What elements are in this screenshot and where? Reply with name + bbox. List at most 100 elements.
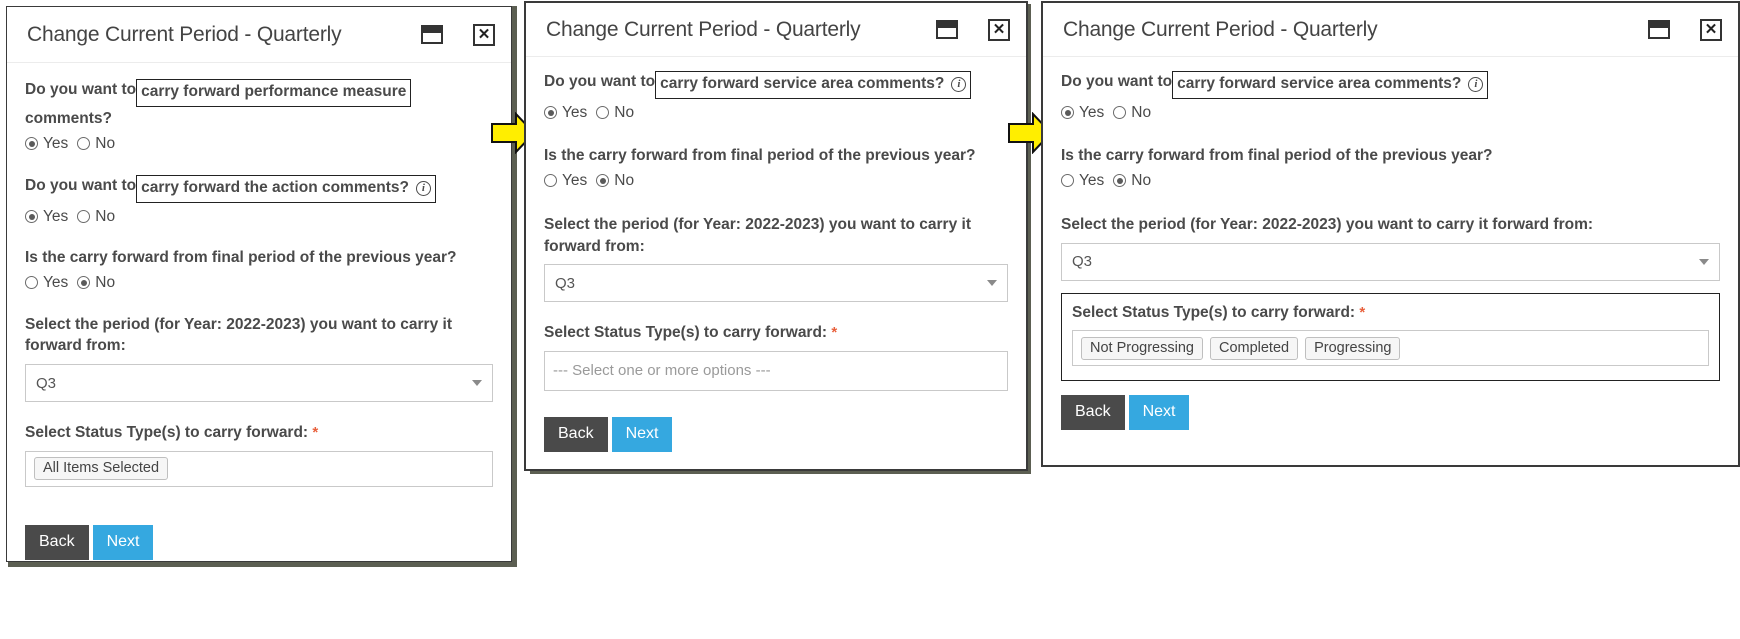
status-multiselect[interactable]: Not Progressing Completed Progressing: [1072, 330, 1709, 367]
radio-no-circle[interactable]: [596, 106, 610, 120]
period-select[interactable]: Q3: [1061, 242, 1720, 281]
panel-2-title-actions: ✕: [936, 18, 1010, 41]
panel-1-period-field: Select the period (for Year: 2022-2023) …: [25, 314, 493, 403]
restore-window-icon[interactable]: [936, 20, 958, 39]
radio-yes-circle[interactable]: [544, 174, 557, 188]
panel-3-status-field: Select Status Type(s) to carry forward: …: [1061, 292, 1720, 382]
radio-yes[interactable]: Yes: [25, 208, 68, 226]
radio-no[interactable]: No: [596, 172, 634, 190]
panel-1-final-period-radios: Yes No: [25, 274, 493, 292]
radio-no[interactable]: No: [77, 208, 115, 226]
panel-3-period-field: Select the period (for Year: 2022-2023) …: [1061, 214, 1720, 281]
next-button[interactable]: Next: [92, 524, 154, 560]
panel-1-q2-radios: Yes No: [25, 208, 493, 226]
question-highlight-box: carry forward the action comments? i: [136, 174, 436, 203]
radio-yes-circle[interactable]: [544, 106, 557, 120]
back-button[interactable]: Back: [544, 416, 608, 452]
close-window-icon[interactable]: ✕: [1700, 18, 1722, 41]
status-multiselect[interactable]: All Items Selected: [25, 450, 493, 487]
radio-no-circle[interactable]: [1113, 174, 1127, 188]
panel-2-body: Do you want to carry forward service are…: [526, 71, 1026, 452]
panel-1-titlebar: Change Current Period - Quarterly ✕: [7, 7, 511, 63]
panel-2-buttons: Back Next: [544, 416, 1008, 452]
radio-no[interactable]: No: [77, 135, 115, 153]
chevron-down-icon[interactable]: [472, 380, 482, 387]
radio-yes-label: Yes: [1079, 171, 1105, 189]
info-circle-icon[interactable]: i: [951, 76, 967, 92]
status-chip[interactable]: Not Progressing: [1081, 336, 1203, 360]
period-select[interactable]: Q3: [25, 364, 493, 403]
radio-no-circle[interactable]: [596, 174, 610, 188]
radio-yes[interactable]: Yes: [25, 135, 68, 153]
restore-window-icon[interactable]: [1648, 20, 1670, 39]
radio-yes[interactable]: Yes: [544, 104, 587, 122]
back-button[interactable]: Back: [25, 524, 89, 560]
period-select[interactable]: Q3: [544, 264, 1008, 303]
radio-no-label: No: [95, 134, 116, 152]
question-boxed-text: carry forward service area comments?: [660, 75, 945, 92]
panel-2-final-period-radios: Yes No: [544, 172, 1008, 190]
close-window-icon[interactable]: ✕: [988, 18, 1010, 41]
period-select-value: Q3: [555, 274, 576, 292]
status-chip[interactable]: Progressing: [1305, 336, 1401, 360]
radio-no-circle[interactable]: [77, 276, 91, 290]
question-boxed-text: carry forward performance measure: [141, 83, 407, 100]
chevron-down-icon[interactable]: [987, 280, 997, 287]
close-window-icon[interactable]: ✕: [473, 23, 495, 46]
radio-no-circle[interactable]: [77, 210, 91, 224]
radio-no-label: No: [1131, 171, 1152, 189]
radio-yes-circle[interactable]: [25, 276, 38, 290]
radio-no[interactable]: No: [77, 274, 115, 292]
panel-1-title: Change Current Period - Quarterly: [27, 22, 342, 46]
info-circle-icon[interactable]: i: [415, 180, 431, 196]
question-lead: Do you want to: [1061, 73, 1173, 90]
question-tail-text: comments?: [25, 109, 112, 127]
radio-yes[interactable]: Yes: [544, 172, 587, 190]
dialog-panel-1: Change Current Period - Quarterly ✕ Do y…: [6, 6, 512, 562]
radio-yes-circle[interactable]: [25, 210, 38, 224]
status-label-text: Select Status Type(s) to carry forward:: [25, 424, 309, 442]
final-period-question: Is the carry forward from final period o…: [544, 146, 976, 164]
radio-yes-label: Yes: [562, 171, 588, 189]
next-button[interactable]: Next: [611, 416, 673, 452]
question-lead: Do you want to: [25, 176, 137, 194]
panel-1-body: Do you want to carry forward performance…: [7, 79, 511, 560]
radio-no-circle[interactable]: [77, 137, 91, 151]
panel-3-q1-radios: Yes No: [1061, 104, 1720, 122]
panel-1-buttons: Back Next: [25, 524, 493, 560]
panel-1-question-1: Do you want to carry forward performance…: [25, 79, 493, 153]
status-multiselect[interactable]: --- Select one or more options ---: [544, 350, 1008, 391]
required-star: *: [1359, 303, 1366, 321]
info-circle-icon[interactable]: i: [1468, 76, 1484, 92]
required-star: *: [831, 324, 838, 342]
dialog-panel-2: Change Current Period - Quarterly ✕ Do y…: [524, 1, 1028, 471]
panel-1-status-field: Select Status Type(s) to carry forward: …: [25, 422, 493, 487]
radio-no[interactable]: No: [1113, 104, 1151, 122]
radio-yes-circle[interactable]: [25, 137, 38, 151]
radio-yes[interactable]: Yes: [25, 274, 68, 292]
restore-window-icon[interactable]: [421, 25, 443, 44]
radio-yes-label: Yes: [1079, 103, 1105, 121]
radio-no-circle[interactable]: [1113, 106, 1127, 120]
status-label: Select Status Type(s) to carry forward: …: [25, 422, 493, 444]
panel-2-status-field: Select Status Type(s) to carry forward: …: [544, 322, 1008, 391]
screenshot-root: Change Current Period - Quarterly ✕ Do y…: [0, 0, 1740, 639]
next-button[interactable]: Next: [1128, 395, 1190, 431]
radio-yes-label: Yes: [43, 207, 69, 225]
radio-no[interactable]: No: [596, 104, 634, 122]
dialog-panel-3: Change Current Period - Quarterly ✕ Do y…: [1041, 1, 1740, 467]
chevron-down-icon[interactable]: [1699, 258, 1709, 265]
question-highlight-box: carry forward performance measure: [136, 79, 412, 107]
required-star: *: [312, 424, 319, 442]
radio-yes-circle[interactable]: [1061, 174, 1074, 188]
radio-yes-circle[interactable]: [1061, 106, 1074, 120]
panel-2-titlebar: Change Current Period - Quarterly ✕: [526, 3, 1026, 57]
panel-1-question-2: Do you want to carry forward the action …: [25, 174, 493, 226]
period-label: Select the period (for Year: 2022-2023) …: [1061, 215, 1594, 233]
status-chip[interactable]: Completed: [1209, 336, 1299, 360]
radio-no[interactable]: No: [1113, 172, 1151, 190]
back-button[interactable]: Back: [1061, 395, 1125, 431]
radio-yes[interactable]: Yes: [1061, 104, 1104, 122]
status-chip[interactable]: All Items Selected: [34, 457, 169, 481]
radio-yes[interactable]: Yes: [1061, 172, 1104, 190]
